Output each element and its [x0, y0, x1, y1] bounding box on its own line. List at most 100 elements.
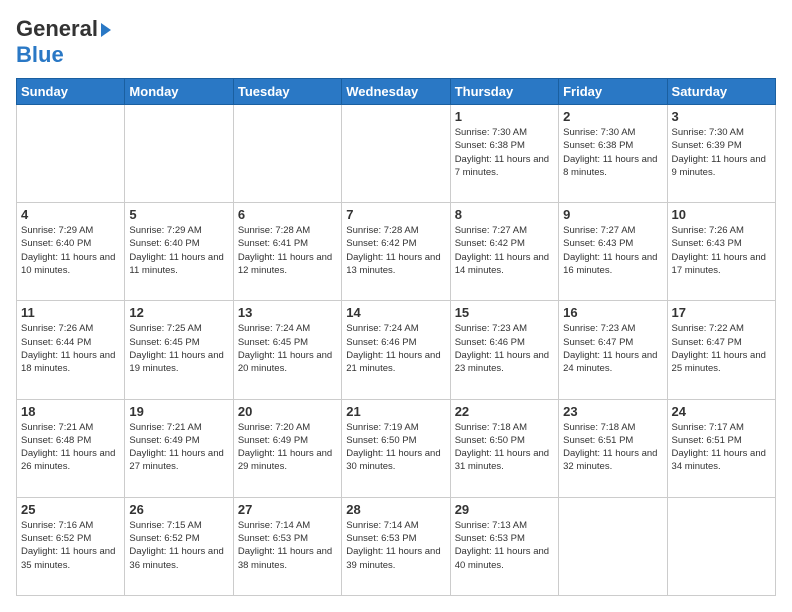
day-info: Sunrise: 7:29 AM Sunset: 6:40 PM Dayligh…: [129, 224, 228, 277]
calendar-cell: [559, 497, 667, 595]
day-number: 11: [21, 305, 120, 320]
day-number: 24: [672, 404, 771, 419]
calendar-week-row: 11 Sunrise: 7:26 AM Sunset: 6:44 PM Dayli…: [17, 301, 776, 399]
logo-icon: [101, 23, 111, 37]
day-info: Sunrise: 7:30 AM Sunset: 6:38 PM Dayligh…: [455, 126, 554, 179]
day-number: 2: [563, 109, 662, 124]
day-info: Sunrise: 7:18 AM Sunset: 6:51 PM Dayligh…: [563, 421, 662, 474]
calendar-cell: [342, 105, 450, 203]
day-info: Sunrise: 7:14 AM Sunset: 6:53 PM Dayligh…: [238, 519, 337, 572]
calendar-cell: 19Sunrise: 7:21 AM Sunset: 6:49 PM Dayli…: [125, 399, 233, 497]
day-info: Sunrise: 7:27 AM Sunset: 6:43 PM Dayligh…: [563, 224, 662, 277]
day-info: Sunrise: 7:26 AM Sunset: 6:44 PM Dayligh…: [21, 322, 120, 375]
calendar-cell: 12Sunrise: 7:25 AM Sunset: 6:45 PM Dayli…: [125, 301, 233, 399]
calendar-day-header: Thursday: [450, 79, 558, 105]
day-number: 7: [346, 207, 445, 222]
calendar-cell: 22 Sunrise: 7:18 AM Sunset: 6:50 PM Dayli…: [450, 399, 558, 497]
calendar-cell: 5 Sunrise: 7:29 AM Sunset: 6:40 PM Daylig…: [125, 203, 233, 301]
calendar-cell: 16Sunrise: 7:23 AM Sunset: 6:47 PM Dayli…: [559, 301, 667, 399]
calendar-cell: 23Sunrise: 7:18 AM Sunset: 6:51 PM Dayli…: [559, 399, 667, 497]
calendar-week-row: 25 Sunrise: 7:16 AM Sunset: 6:52 PM Dayli…: [17, 497, 776, 595]
day-number: 8: [455, 207, 554, 222]
day-number: 3: [672, 109, 771, 124]
day-number: 6: [238, 207, 337, 222]
calendar-cell: 8 Sunrise: 7:27 AM Sunset: 6:42 PM Daylig…: [450, 203, 558, 301]
day-info: Sunrise: 7:28 AM Sunset: 6:41 PM Dayligh…: [238, 224, 337, 277]
calendar-week-row: 4 Sunrise: 7:29 AM Sunset: 6:40 PM Daylig…: [17, 203, 776, 301]
calendar-cell: 7 Sunrise: 7:28 AM Sunset: 6:42 PM Daylig…: [342, 203, 450, 301]
day-number: 10: [672, 207, 771, 222]
logo-blue: Blue: [16, 42, 111, 68]
calendar-cell: [125, 105, 233, 203]
day-number: 20: [238, 404, 337, 419]
calendar-cell: 25 Sunrise: 7:16 AM Sunset: 6:52 PM Dayli…: [17, 497, 125, 595]
day-info: Sunrise: 7:19 AM Sunset: 6:50 PM Dayligh…: [346, 421, 445, 474]
calendar-cell: 13 Sunrise: 7:24 AM Sunset: 6:45 PM Dayli…: [233, 301, 341, 399]
calendar-cell: 27 Sunrise: 7:14 AM Sunset: 6:53 PM Dayli…: [233, 497, 341, 595]
calendar-cell: 17 Sunrise: 7:22 AM Sunset: 6:47 PM Dayli…: [667, 301, 775, 399]
calendar-week-row: 1 Sunrise: 7:30 AM Sunset: 6:38 PM Daylig…: [17, 105, 776, 203]
day-info: Sunrise: 7:30 AM Sunset: 6:38 PM Dayligh…: [563, 126, 662, 179]
day-number: 5: [129, 207, 228, 222]
day-info: Sunrise: 7:13 AM Sunset: 6:53 PM Dayligh…: [455, 519, 554, 572]
calendar-cell: 6 Sunrise: 7:28 AM Sunset: 6:41 PM Daylig…: [233, 203, 341, 301]
day-info: Sunrise: 7:29 AM Sunset: 6:40 PM Dayligh…: [21, 224, 120, 277]
calendar-cell: 9Sunrise: 7:27 AM Sunset: 6:43 PM Daylig…: [559, 203, 667, 301]
calendar-cell: 24 Sunrise: 7:17 AM Sunset: 6:51 PM Dayli…: [667, 399, 775, 497]
calendar-cell: 20 Sunrise: 7:20 AM Sunset: 6:49 PM Dayli…: [233, 399, 341, 497]
day-info: Sunrise: 7:27 AM Sunset: 6:42 PM Dayligh…: [455, 224, 554, 277]
calendar-cell: [233, 105, 341, 203]
calendar-day-header: Tuesday: [233, 79, 341, 105]
calendar-cell: 11 Sunrise: 7:26 AM Sunset: 6:44 PM Dayli…: [17, 301, 125, 399]
day-info: Sunrise: 7:23 AM Sunset: 6:46 PM Dayligh…: [455, 322, 554, 375]
day-info: Sunrise: 7:17 AM Sunset: 6:51 PM Dayligh…: [672, 421, 771, 474]
day-number: 16: [563, 305, 662, 320]
calendar-table: SundayMondayTuesdayWednesdayThursdayFrid…: [16, 78, 776, 596]
calendar-cell: 26Sunrise: 7:15 AM Sunset: 6:52 PM Dayli…: [125, 497, 233, 595]
day-info: Sunrise: 7:21 AM Sunset: 6:49 PM Dayligh…: [129, 421, 228, 474]
day-number: 29: [455, 502, 554, 517]
day-number: 1: [455, 109, 554, 124]
day-info: Sunrise: 7:16 AM Sunset: 6:52 PM Dayligh…: [21, 519, 120, 572]
calendar-day-header: Wednesday: [342, 79, 450, 105]
calendar-cell: 2 Sunrise: 7:30 AM Sunset: 6:38 PM Daylig…: [559, 105, 667, 203]
calendar-cell: 18 Sunrise: 7:21 AM Sunset: 6:48 PM Dayli…: [17, 399, 125, 497]
day-number: 17: [672, 305, 771, 320]
calendar-week-row: 18 Sunrise: 7:21 AM Sunset: 6:48 PM Dayli…: [17, 399, 776, 497]
day-number: 25: [21, 502, 120, 517]
day-info: Sunrise: 7:14 AM Sunset: 6:53 PM Dayligh…: [346, 519, 445, 572]
calendar-day-header: Sunday: [17, 79, 125, 105]
logo: General Blue: [16, 16, 111, 68]
calendar-cell: 10Sunrise: 7:26 AM Sunset: 6:43 PM Dayli…: [667, 203, 775, 301]
calendar-cell: 15 Sunrise: 7:23 AM Sunset: 6:46 PM Dayli…: [450, 301, 558, 399]
day-number: 27: [238, 502, 337, 517]
day-number: 21: [346, 404, 445, 419]
calendar-cell: 1 Sunrise: 7:30 AM Sunset: 6:38 PM Daylig…: [450, 105, 558, 203]
day-number: 13: [238, 305, 337, 320]
day-info: Sunrise: 7:24 AM Sunset: 6:45 PM Dayligh…: [238, 322, 337, 375]
day-number: 4: [21, 207, 120, 222]
logo-general: General: [16, 16, 98, 42]
day-number: 15: [455, 305, 554, 320]
calendar-day-header: Friday: [559, 79, 667, 105]
day-number: 14: [346, 305, 445, 320]
day-info: Sunrise: 7:18 AM Sunset: 6:50 PM Dayligh…: [455, 421, 554, 474]
calendar-header-row: SundayMondayTuesdayWednesdayThursdayFrid…: [17, 79, 776, 105]
page: General Blue SundayMondayTuesdayWednesda…: [0, 0, 792, 612]
day-info: Sunrise: 7:20 AM Sunset: 6:49 PM Dayligh…: [238, 421, 337, 474]
calendar-day-header: Monday: [125, 79, 233, 105]
calendar-cell: 4 Sunrise: 7:29 AM Sunset: 6:40 PM Daylig…: [17, 203, 125, 301]
calendar-cell: 28Sunrise: 7:14 AM Sunset: 6:53 PM Dayli…: [342, 497, 450, 595]
day-info: Sunrise: 7:24 AM Sunset: 6:46 PM Dayligh…: [346, 322, 445, 375]
day-info: Sunrise: 7:22 AM Sunset: 6:47 PM Dayligh…: [672, 322, 771, 375]
calendar-cell: [17, 105, 125, 203]
day-info: Sunrise: 7:21 AM Sunset: 6:48 PM Dayligh…: [21, 421, 120, 474]
calendar-day-header: Saturday: [667, 79, 775, 105]
day-number: 22: [455, 404, 554, 419]
day-number: 18: [21, 404, 120, 419]
day-info: Sunrise: 7:28 AM Sunset: 6:42 PM Dayligh…: [346, 224, 445, 277]
calendar-cell: 29 Sunrise: 7:13 AM Sunset: 6:53 PM Dayli…: [450, 497, 558, 595]
day-number: 12: [129, 305, 228, 320]
calendar-cell: [667, 497, 775, 595]
day-number: 26: [129, 502, 228, 517]
